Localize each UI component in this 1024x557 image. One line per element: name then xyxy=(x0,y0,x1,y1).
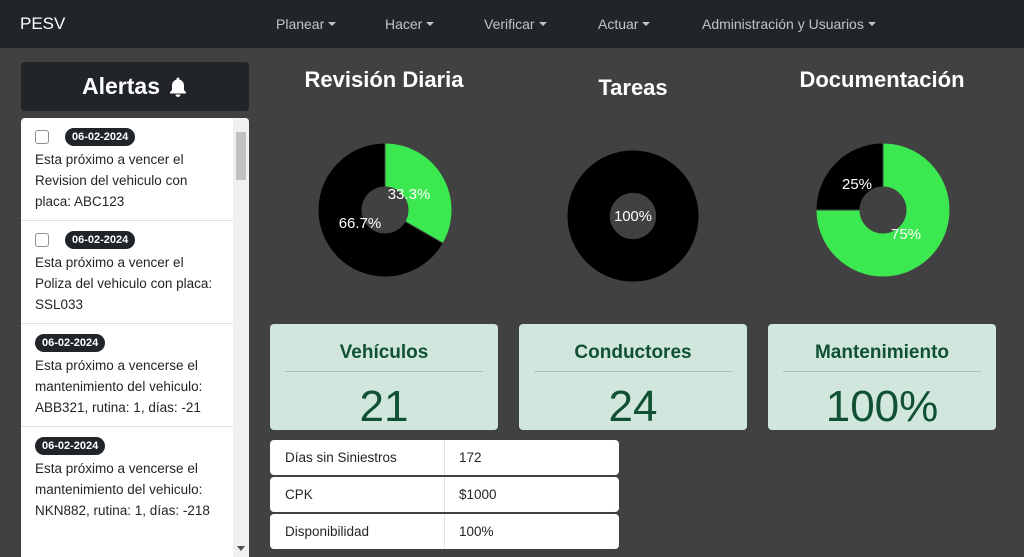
donut-label: 66.7% xyxy=(339,215,382,232)
stat-value: 24 xyxy=(608,382,658,431)
nav-hacer-label: Hacer xyxy=(385,16,423,32)
metric-divider xyxy=(444,440,445,475)
metric-row: Disponibilidad 100% xyxy=(270,514,619,549)
alert-date-badge: 06-02-2024 xyxy=(65,128,136,146)
nav-planear-label: Planear xyxy=(276,16,325,32)
alert-text: Esta próximo a vencer el Poliza del vehi… xyxy=(35,255,213,312)
metric-value: $1000 xyxy=(459,487,497,502)
alert-date-badge: 06-02-2024 xyxy=(35,334,106,352)
nav-verificar[interactable]: Verificar xyxy=(484,16,547,32)
alerts-scrollbar[interactable] xyxy=(233,118,249,557)
bell-icon xyxy=(169,77,186,97)
chart-title-documentacion: Documentación xyxy=(799,67,965,92)
alert-item[interactable]: 06-02-2024 Esta próximo a vencer el Revi… xyxy=(21,118,233,221)
nav-hacer[interactable]: Hacer xyxy=(385,16,435,32)
metric-divider xyxy=(444,514,445,549)
metric-value: 100% xyxy=(459,524,494,539)
stat-value: 100% xyxy=(825,382,939,431)
metric-divider xyxy=(444,477,445,512)
donut-documentacion: 25% 75% xyxy=(815,142,951,278)
alert-checkbox[interactable] xyxy=(35,130,49,144)
nav-verificar-label: Verificar xyxy=(484,16,535,32)
donut-label: 33.3% xyxy=(388,186,431,203)
donut-label: 25% xyxy=(842,176,872,193)
top-navbar: PESV Planear Hacer Verificar Actuar Admi… xyxy=(0,0,1024,48)
nav-actuar[interactable]: Actuar xyxy=(598,16,651,32)
stat-card-mantenimiento[interactable]: Mantenimiento 100% xyxy=(768,324,996,431)
caret-down-icon xyxy=(328,22,337,26)
nav-planear[interactable]: Planear xyxy=(276,16,337,32)
metrics-table: Días sin Siniestros 172 CPK $1000 Dispon… xyxy=(270,440,619,551)
scroll-down-arrow-icon[interactable] xyxy=(237,546,245,551)
caret-down-icon xyxy=(642,22,651,26)
alert-date-badge: 06-02-2024 xyxy=(35,437,106,455)
stat-card-conductores[interactable]: Conductores 24 xyxy=(519,324,747,431)
stat-card-vehiculos[interactable]: Vehículos 21 xyxy=(270,324,498,431)
stat-label: Vehículos xyxy=(339,342,429,363)
caret-down-icon xyxy=(426,22,435,26)
alerts-list[interactable]: 06-02-2024 Esta próximo a vencer el Revi… xyxy=(21,118,249,557)
alert-text: Esta próximo a vencerse el mantenimiento… xyxy=(35,461,210,518)
stat-divider xyxy=(285,371,483,372)
chart-title-tareas: Tareas xyxy=(598,75,668,100)
donut-label: 75% xyxy=(891,226,921,243)
alerts-title: Alertas xyxy=(82,73,160,99)
donut-label: 100% xyxy=(614,209,652,225)
chart-title-revision: Revisión Diaria xyxy=(304,67,464,92)
metric-row: CPK $1000 xyxy=(270,477,619,512)
alert-text: Esta próximo a vencerse el mantenimiento… xyxy=(35,358,203,415)
caret-down-icon xyxy=(538,22,547,26)
alert-item[interactable]: 06-02-2024 Esta próximo a vencerse el ma… xyxy=(21,427,233,529)
stat-value: 21 xyxy=(359,382,409,431)
stat-label: Conductores xyxy=(574,342,692,363)
caret-down-icon xyxy=(867,22,876,26)
donut-revision: 33.3% 66.7% xyxy=(317,142,453,278)
metric-row: Días sin Siniestros 172 xyxy=(270,440,619,475)
scrollbar-thumb[interactable] xyxy=(236,132,246,180)
alert-date-badge: 06-02-2024 xyxy=(65,231,136,249)
donut-tareas: 100% xyxy=(566,149,700,283)
metric-name: CPK xyxy=(285,487,313,502)
stat-divider xyxy=(783,371,981,372)
alert-text: Esta próximo a vencer el Revision del ve… xyxy=(35,152,188,209)
brand-logo-text[interactable]: PESV xyxy=(20,14,65,34)
nav-administracion[interactable]: Administración y Usuarios xyxy=(702,16,876,32)
metric-name: Disponibilidad xyxy=(285,524,370,539)
nav-administracion-label: Administración y Usuarios xyxy=(702,16,864,32)
alert-checkbox[interactable] xyxy=(35,233,49,247)
metric-value: 172 xyxy=(459,450,482,465)
alert-item[interactable]: 06-02-2024 Esta próximo a vencerse el ma… xyxy=(21,324,233,427)
stat-divider xyxy=(534,371,732,372)
stat-label: Mantenimiento xyxy=(814,342,950,363)
metric-name: Días sin Siniestros xyxy=(285,450,397,465)
alert-item[interactable]: 06-02-2024 Esta próximo a vencer el Poli… xyxy=(21,221,233,324)
nav-actuar-label: Actuar xyxy=(598,16,639,32)
alerts-header: Alertas xyxy=(21,62,249,111)
